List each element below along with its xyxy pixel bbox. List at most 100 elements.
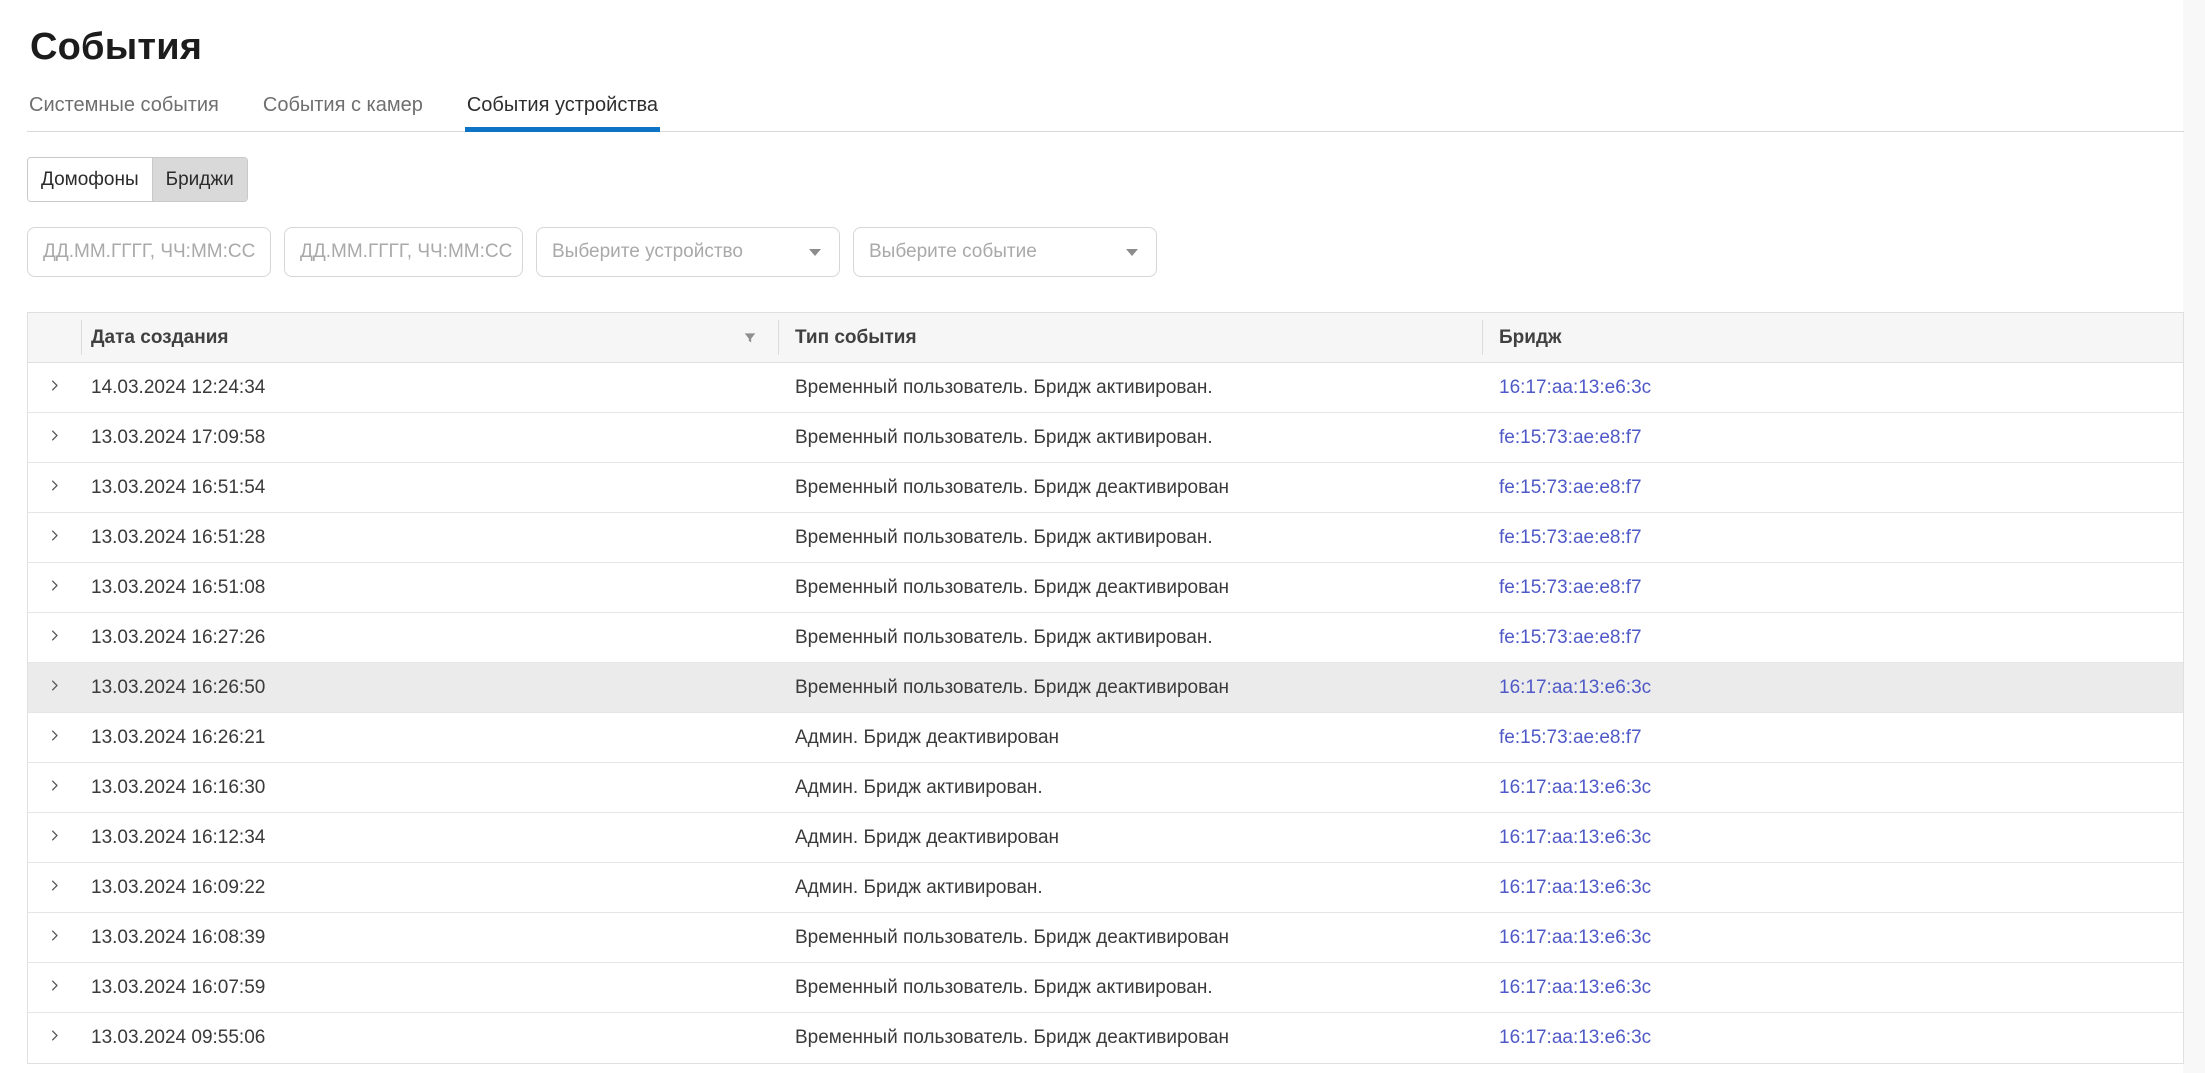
row-type-cell: Админ. Бридж активирован. xyxy=(778,863,1482,912)
bridge-mac-link[interactable]: fe:15:73:ae:e8:f7 xyxy=(1499,527,1642,549)
date-from-input[interactable] xyxy=(27,227,271,277)
chevron-right-icon[interactable] xyxy=(47,1027,62,1049)
bridge-mac-link[interactable]: 16:17:aa:13:e6:3c xyxy=(1499,677,1651,699)
row-expand-cell[interactable] xyxy=(28,763,81,812)
device-type-toggle: Домофоны Бриджи xyxy=(27,157,248,202)
row-expand-cell[interactable] xyxy=(28,513,81,562)
bridge-mac-link[interactable]: fe:15:73:ae:e8:f7 xyxy=(1499,627,1642,649)
chevron-right-icon[interactable] xyxy=(47,877,62,899)
row-bridge-cell: fe:15:73:ae:e8:f7 xyxy=(1482,713,2183,762)
row-bridge-cell: 16:17:aa:13:e6:3c xyxy=(1482,363,2183,412)
bridge-mac-link[interactable]: 16:17:aa:13:e6:3c xyxy=(1499,777,1651,799)
table-header: Дата создания Тип события Бридж xyxy=(28,313,2183,363)
row-expand-cell[interactable] xyxy=(28,913,81,962)
table-row[interactable]: 13.03.2024 16:51:54 Временный пользовате… xyxy=(28,463,2183,513)
chevron-right-icon[interactable] xyxy=(47,427,62,449)
row-expand-cell[interactable] xyxy=(28,413,81,462)
row-expand-cell[interactable] xyxy=(28,863,81,912)
row-date-cell: 13.03.2024 09:55:06 xyxy=(81,1013,778,1063)
bridge-mac-link[interactable]: 16:17:aa:13:e6:3c xyxy=(1499,927,1651,949)
header-expand-column xyxy=(28,313,81,362)
chevron-right-icon[interactable] xyxy=(47,827,62,849)
chevron-right-icon[interactable] xyxy=(47,627,62,649)
bridge-mac-link[interactable]: 16:17:aa:13:e6:3c xyxy=(1499,1027,1651,1049)
table-row[interactable]: 13.03.2024 16:08:39 Временный пользовате… xyxy=(28,913,2183,963)
table-row[interactable]: 13.03.2024 16:26:21 Админ. Бридж деактив… xyxy=(28,713,2183,763)
row-type-cell: Временный пользователь. Бридж деактивиро… xyxy=(778,563,1482,612)
row-expand-cell[interactable] xyxy=(28,663,81,712)
chevron-right-icon[interactable] xyxy=(47,677,62,699)
row-expand-cell[interactable] xyxy=(28,563,81,612)
bridge-mac-link[interactable]: 16:17:aa:13:e6:3c xyxy=(1499,827,1651,849)
chevron-right-icon[interactable] xyxy=(47,977,62,999)
row-type-cell: Временный пользователь. Бридж деактивиро… xyxy=(778,913,1482,962)
chevron-right-icon[interactable] xyxy=(47,527,62,549)
date-to-input[interactable] xyxy=(284,227,523,277)
row-type-cell: Временный пользователь. Бридж деактивиро… xyxy=(778,463,1482,512)
table-row[interactable]: 13.03.2024 16:09:22 Админ. Бридж активир… xyxy=(28,863,2183,913)
table-row[interactable]: 13.03.2024 16:26:50 Временный пользовате… xyxy=(28,663,2183,713)
row-expand-cell[interactable] xyxy=(28,963,81,1012)
table-row[interactable]: 13.03.2024 16:07:59 Временный пользовате… xyxy=(28,963,2183,1013)
row-type-cell: Админ. Бридж активирован. xyxy=(778,763,1482,812)
bridge-mac-link[interactable]: fe:15:73:ae:e8:f7 xyxy=(1499,727,1642,749)
bridge-mac-link[interactable]: 16:17:aa:13:e6:3c xyxy=(1499,377,1651,399)
table-row[interactable]: 13.03.2024 09:55:06 Временный пользовате… xyxy=(28,1013,2183,1063)
bridge-mac-link[interactable]: fe:15:73:ae:e8:f7 xyxy=(1499,427,1642,449)
row-date-cell: 13.03.2024 16:51:08 xyxy=(81,563,778,612)
row-expand-cell[interactable] xyxy=(28,813,81,862)
chevron-right-icon[interactable] xyxy=(47,577,62,599)
row-type-cell: Временный пользователь. Бридж активирова… xyxy=(778,513,1482,562)
event-select-placeholder: Выберите событие xyxy=(869,241,1037,263)
header-type-label: Тип события xyxy=(795,327,917,349)
row-expand-cell[interactable] xyxy=(28,1013,81,1063)
filter-funnel-icon[interactable] xyxy=(743,331,757,345)
row-expand-cell[interactable] xyxy=(28,613,81,662)
row-bridge-cell: 16:17:aa:13:e6:3c xyxy=(1482,1013,2183,1063)
chevron-right-icon[interactable] xyxy=(47,377,62,399)
header-type-column: Тип события xyxy=(778,313,1482,362)
table-row[interactable]: 13.03.2024 16:16:30 Админ. Бридж активир… xyxy=(28,763,2183,813)
row-bridge-cell: fe:15:73:ae:e8:f7 xyxy=(1482,613,2183,662)
row-expand-cell[interactable] xyxy=(28,713,81,762)
row-bridge-cell: fe:15:73:ae:e8:f7 xyxy=(1482,463,2183,512)
chevron-right-icon[interactable] xyxy=(47,477,62,499)
row-expand-cell[interactable] xyxy=(28,363,81,412)
row-date-cell: 13.03.2024 16:09:22 xyxy=(81,863,778,912)
device-select[interactable]: Выберите устройство xyxy=(536,227,840,277)
row-date-cell: 14.03.2024 12:24:34 xyxy=(81,363,778,412)
events-table: Дата создания Тип события Бридж xyxy=(27,312,2184,1064)
chevron-right-icon[interactable] xyxy=(47,777,62,799)
events-tab-bar: Системные события События с камер Событи… xyxy=(27,94,2184,132)
table-row[interactable]: 13.03.2024 16:12:34 Админ. Бридж деактив… xyxy=(28,813,2183,863)
row-bridge-cell: fe:15:73:ae:e8:f7 xyxy=(1482,413,2183,462)
row-date-cell: 13.03.2024 17:09:58 xyxy=(81,413,778,462)
chevron-right-icon[interactable] xyxy=(47,727,62,749)
event-select[interactable]: Выберите событие xyxy=(853,227,1157,277)
tab-system-events[interactable]: Системные события xyxy=(27,94,221,131)
table-row[interactable]: 13.03.2024 16:51:08 Временный пользовате… xyxy=(28,563,2183,613)
toggle-bridges-button[interactable]: Бриджи xyxy=(152,158,247,201)
chevron-right-icon[interactable] xyxy=(47,927,62,949)
bridge-mac-link[interactable]: 16:17:aa:13:e6:3c xyxy=(1499,977,1651,999)
table-row[interactable]: 13.03.2024 17:09:58 Временный пользовате… xyxy=(28,413,2183,463)
row-bridge-cell: 16:17:aa:13:e6:3c xyxy=(1482,963,2183,1012)
table-row[interactable]: 13.03.2024 16:27:26 Временный пользовате… xyxy=(28,613,2183,663)
bridge-mac-link[interactable]: fe:15:73:ae:e8:f7 xyxy=(1499,477,1642,499)
device-select-placeholder: Выберите устройство xyxy=(552,241,743,263)
row-expand-cell[interactable] xyxy=(28,463,81,512)
toggle-intercoms-button[interactable]: Домофоны xyxy=(28,158,152,201)
table-row[interactable]: 14.03.2024 12:24:34 Временный пользовате… xyxy=(28,363,2183,413)
tab-device-events[interactable]: События устройства xyxy=(465,94,660,131)
table-row[interactable]: 13.03.2024 16:51:28 Временный пользовате… xyxy=(28,513,2183,563)
tab-camera-events[interactable]: События с камер xyxy=(261,94,425,131)
page-title: События xyxy=(30,24,2205,70)
events-page: События Системные события События с каме… xyxy=(0,0,2205,1064)
row-date-cell: 13.03.2024 16:26:21 xyxy=(81,713,778,762)
bridge-mac-link[interactable]: fe:15:73:ae:e8:f7 xyxy=(1499,577,1642,599)
bridge-mac-link[interactable]: 16:17:aa:13:e6:3c xyxy=(1499,877,1651,899)
header-bridge-column: Бридж xyxy=(1482,313,2183,362)
caret-down-icon xyxy=(809,249,821,256)
row-type-cell: Временный пользователь. Бридж активирова… xyxy=(778,413,1482,462)
row-bridge-cell: fe:15:73:ae:e8:f7 xyxy=(1482,513,2183,562)
